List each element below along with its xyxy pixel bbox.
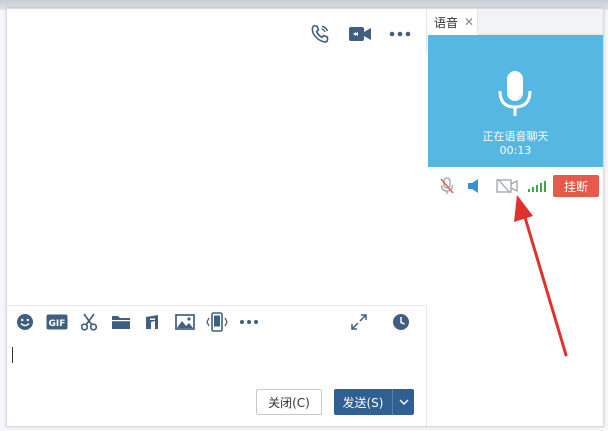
folder-icon[interactable] bbox=[109, 310, 133, 334]
chat-area: GIF 关闭(C) 发送(S) bbox=[7, 9, 427, 426]
message-list bbox=[7, 53, 427, 305]
more-icon[interactable] bbox=[237, 310, 261, 334]
clock-icon[interactable] bbox=[389, 310, 413, 334]
tab-voice[interactable]: 语音 ✕ bbox=[428, 9, 478, 35]
close-icon[interactable]: ✕ bbox=[464, 15, 474, 29]
call-status-box: 正在语音聊天 00:13 bbox=[428, 35, 603, 167]
emoji-icon[interactable] bbox=[13, 310, 37, 334]
chat-header-actions bbox=[308, 23, 412, 45]
send-button[interactable]: 发送(S) bbox=[334, 389, 392, 415]
chevron-down-icon bbox=[399, 399, 408, 405]
image-icon[interactable] bbox=[173, 310, 197, 334]
close-button[interactable]: 关闭(C) bbox=[256, 389, 322, 415]
text-caret bbox=[12, 347, 13, 363]
gif-icon-label: GIF bbox=[49, 319, 66, 329]
hangup-button[interactable]: 挂断 bbox=[553, 175, 599, 197]
tab-voice-label: 语音 bbox=[434, 15, 459, 30]
send-button-group: 发送(S) bbox=[334, 389, 414, 415]
message-input[interactable] bbox=[7, 337, 427, 387]
phone-icon[interactable] bbox=[308, 23, 332, 45]
chat-window: GIF 关闭(C) 发送(S) 语音 ✕ 正在语音聊天 00:13 挂断 bbox=[6, 8, 604, 427]
input-toolbar: GIF bbox=[7, 305, 427, 337]
mic-muted-icon[interactable] bbox=[436, 175, 458, 197]
speaker-icon[interactable] bbox=[463, 175, 485, 197]
expand-icon[interactable] bbox=[347, 310, 371, 334]
gif-icon[interactable]: GIF bbox=[45, 310, 69, 334]
microphone-icon bbox=[494, 69, 536, 119]
send-options-button[interactable] bbox=[392, 389, 414, 415]
more-icon[interactable] bbox=[388, 23, 412, 45]
call-controls: 挂断 bbox=[428, 173, 603, 199]
signal-icon bbox=[526, 175, 548, 197]
call-status-text: 正在语音聊天 bbox=[482, 130, 549, 143]
action-buttons: 关闭(C) 发送(S) bbox=[256, 389, 414, 415]
panel-tab-strip: 语音 ✕ bbox=[428, 9, 603, 35]
music-icon[interactable] bbox=[141, 310, 165, 334]
voice-call-panel: 语音 ✕ 正在语音聊天 00:13 挂断 bbox=[428, 9, 603, 426]
phone-shake-icon[interactable] bbox=[205, 310, 229, 334]
camera-off-icon[interactable] bbox=[496, 175, 518, 197]
scissors-icon[interactable] bbox=[77, 310, 101, 334]
toolbar-right bbox=[347, 310, 421, 334]
video-icon[interactable] bbox=[348, 23, 372, 45]
call-timer: 00:13 bbox=[499, 144, 532, 157]
